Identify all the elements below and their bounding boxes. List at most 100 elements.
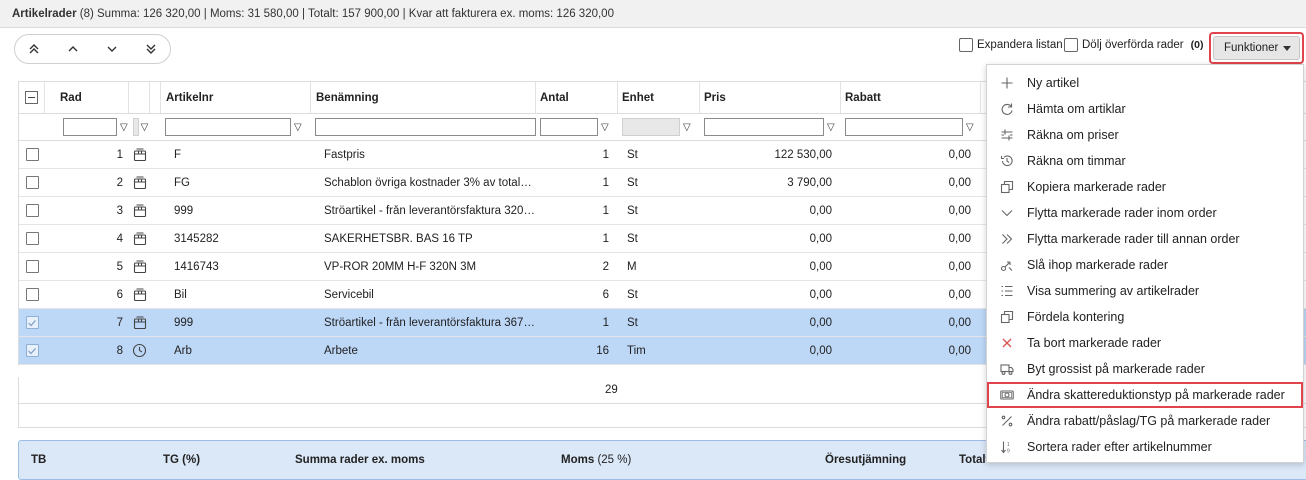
cell-type <box>129 253 150 280</box>
totals-totalt-label: Totalt <box>959 454 990 466</box>
filter-type-input[interactable] <box>132 118 139 136</box>
filter-icon[interactable]: ▽ <box>683 122 691 133</box>
expand-list-option[interactable]: Expandera listan <box>959 38 1063 52</box>
move-to-top-button[interactable] <box>15 35 54 63</box>
list-icon <box>1001 285 1013 297</box>
menu-item-hamta-om-artiklar[interactable]: Hämta om artiklar <box>987 96 1303 122</box>
select-all-checkbox[interactable] <box>25 91 38 104</box>
row-checkbox[interactable] <box>25 288 39 301</box>
move-up-button[interactable] <box>54 35 93 63</box>
menu-item-sla-ihop-markerade-rader[interactable]: Slå ihop markerade rader <box>987 252 1303 278</box>
money-icon <box>1000 390 1014 400</box>
filter-icon[interactable]: ▽ <box>601 122 609 133</box>
menu-item-rakna-om-timmar[interactable]: Räkna om timmar <box>987 148 1303 174</box>
expand-list-checkbox[interactable] <box>959 38 973 52</box>
menu-item-visa-summering-av-artikelrader[interactable]: Visa summering av artikelrader <box>987 278 1303 304</box>
row-checkbox[interactable] <box>25 148 39 161</box>
functions-button[interactable]: Funktioner <box>1213 36 1300 60</box>
cell-pris: 0,00 <box>809 232 832 245</box>
move-down-button[interactable] <box>93 35 132 63</box>
menu-item-andra-rabatt-paslag-tg-pa-markerade-rader[interactable]: Ändra rabatt/påslag/TG på markerade rade… <box>987 408 1303 434</box>
cell-antal: 16 <box>596 344 609 357</box>
summary-title: Artikelrader <box>12 8 77 20</box>
filter-icon[interactable]: ▽ <box>827 122 835 133</box>
filter-rabatt-input[interactable] <box>845 118 963 136</box>
menu-item-flytta-markerade-rader-inom-order[interactable]: Flytta markerade rader inom order <box>987 200 1303 226</box>
menu-item-byt-grossist-pa-markerade-rader[interactable]: Byt grossist på markerade rader <box>987 356 1303 382</box>
header-artikelnr[interactable]: Artikelnr <box>161 82 311 113</box>
package-icon <box>133 287 146 301</box>
row-checkbox[interactable] <box>25 176 39 189</box>
filter-icon[interactable]: ▽ <box>966 122 974 133</box>
cell-enhet: St <box>627 232 638 245</box>
row-checkbox[interactable] <box>25 316 39 329</box>
cell-antal: 1 <box>602 176 609 189</box>
package-icon <box>133 203 146 217</box>
chevron-up-icon <box>68 46 78 52</box>
summary-text: (8) Summa: 126 320,00 | Moms: 31 580,00 … <box>76 8 614 20</box>
hide-transferred-checkbox[interactable] <box>1064 38 1078 52</box>
cell-pris: 122 530,00 <box>774 148 832 161</box>
header-antal[interactable]: Antal <box>536 82 618 113</box>
menu-item-label: Visa summering av artikelrader <box>1027 284 1200 298</box>
filter-icon[interactable]: ▽ <box>120 122 128 133</box>
filter-benamning-input[interactable] <box>315 118 536 136</box>
menu-item-label: Ny artikel <box>1027 76 1080 90</box>
row-checkbox[interactable] <box>25 204 39 217</box>
cell-artikelnr: 999 <box>174 316 194 329</box>
cell-artikelnr: 3145282 <box>174 232 219 245</box>
cell-enhet: St <box>627 148 638 161</box>
menu-item-label: Räkna om priser <box>1027 128 1119 142</box>
row-checkbox[interactable] <box>25 232 39 245</box>
row-navigation-group <box>14 34 171 64</box>
copy-icon <box>1000 310 1014 324</box>
hide-transferred-option[interactable]: Dölj överförda rader (0) <box>1064 38 1203 52</box>
close-icon <box>1002 338 1012 348</box>
menu-item-rakna-om-priser[interactable]: Räkna om priser <box>987 122 1303 148</box>
expand-list-label: Expandera listan <box>977 39 1063 51</box>
cell-rabatt: 0,00 <box>948 232 971 245</box>
menu-item-andra-skattereduktionstyp-pa-markerade-rader[interactable]: Ändra skattereduktionstyp på markerade r… <box>987 382 1303 408</box>
menu-item-fordela-kontering[interactable]: Fördela kontering <box>987 304 1303 330</box>
menu-item-sortera-rader-efter-artikelnummer[interactable]: 1 9 Sortera rader efter artikelnummer <box>987 434 1303 460</box>
cell-benamning: Ströartikel - från leverantörsfaktura 32… <box>324 204 536 217</box>
package-icon <box>133 147 146 161</box>
cell-rad: 5 <box>116 260 123 273</box>
row-checkbox[interactable] <box>25 344 39 357</box>
chevron-down-icon <box>107 46 117 52</box>
header-benamning[interactable]: Benämning <box>311 82 536 113</box>
clock-icon <box>132 343 147 358</box>
cell-rad: 1 <box>116 148 123 161</box>
totals-ores-label: Öresutjämning <box>825 454 907 466</box>
header-rabatt[interactable]: Rabatt <box>841 82 981 113</box>
filter-enhet-input[interactable] <box>622 118 680 136</box>
cell-benamning: Ströartikel - från leverantörsfaktura 36… <box>324 316 536 329</box>
plus-icon <box>1001 77 1013 89</box>
filter-icon[interactable]: ▽ <box>294 122 302 133</box>
cell-type <box>129 225 150 252</box>
filter-artikelnr-input[interactable] <box>165 118 291 136</box>
row-checkbox[interactable] <box>25 260 39 273</box>
hide-transferred-count: (0) <box>1190 39 1204 51</box>
menu-item-ny-artikel[interactable]: Ny artikel <box>987 70 1303 96</box>
filter-rad-input[interactable] <box>63 118 117 136</box>
header-enhet[interactable]: Enhet <box>618 82 700 113</box>
filter-antal-input[interactable] <box>540 118 598 136</box>
merge-icon <box>1000 261 1013 272</box>
cell-pris: 0,00 <box>809 344 832 357</box>
totals-tg-label: TG (%) <box>163 454 201 466</box>
cell-rad: 2 <box>116 176 123 189</box>
header-rad[interactable]: Rad <box>45 82 129 113</box>
filter-pris-input[interactable] <box>704 118 824 136</box>
cell-antal: 2 <box>602 260 609 273</box>
cell-rabatt: 0,00 <box>948 204 971 217</box>
menu-item-ta-bort-markerade-rader[interactable]: Ta bort markerade rader <box>987 330 1303 356</box>
cell-artikelnr: Arb <box>174 344 192 357</box>
menu-item-flytta-markerade-rader-till-annan-order[interactable]: Flytta markerade rader till annan order <box>987 226 1303 252</box>
cell-rad: 4 <box>116 232 123 245</box>
move-to-bottom-button[interactable] <box>131 35 170 63</box>
filter-icon[interactable]: ▽ <box>141 122 149 133</box>
header-pris[interactable]: Pris <box>700 82 841 113</box>
menu-item-kopiera-markerade-rader[interactable]: Kopiera markerade rader <box>987 174 1303 200</box>
double-chevron-down-icon <box>146 44 156 54</box>
